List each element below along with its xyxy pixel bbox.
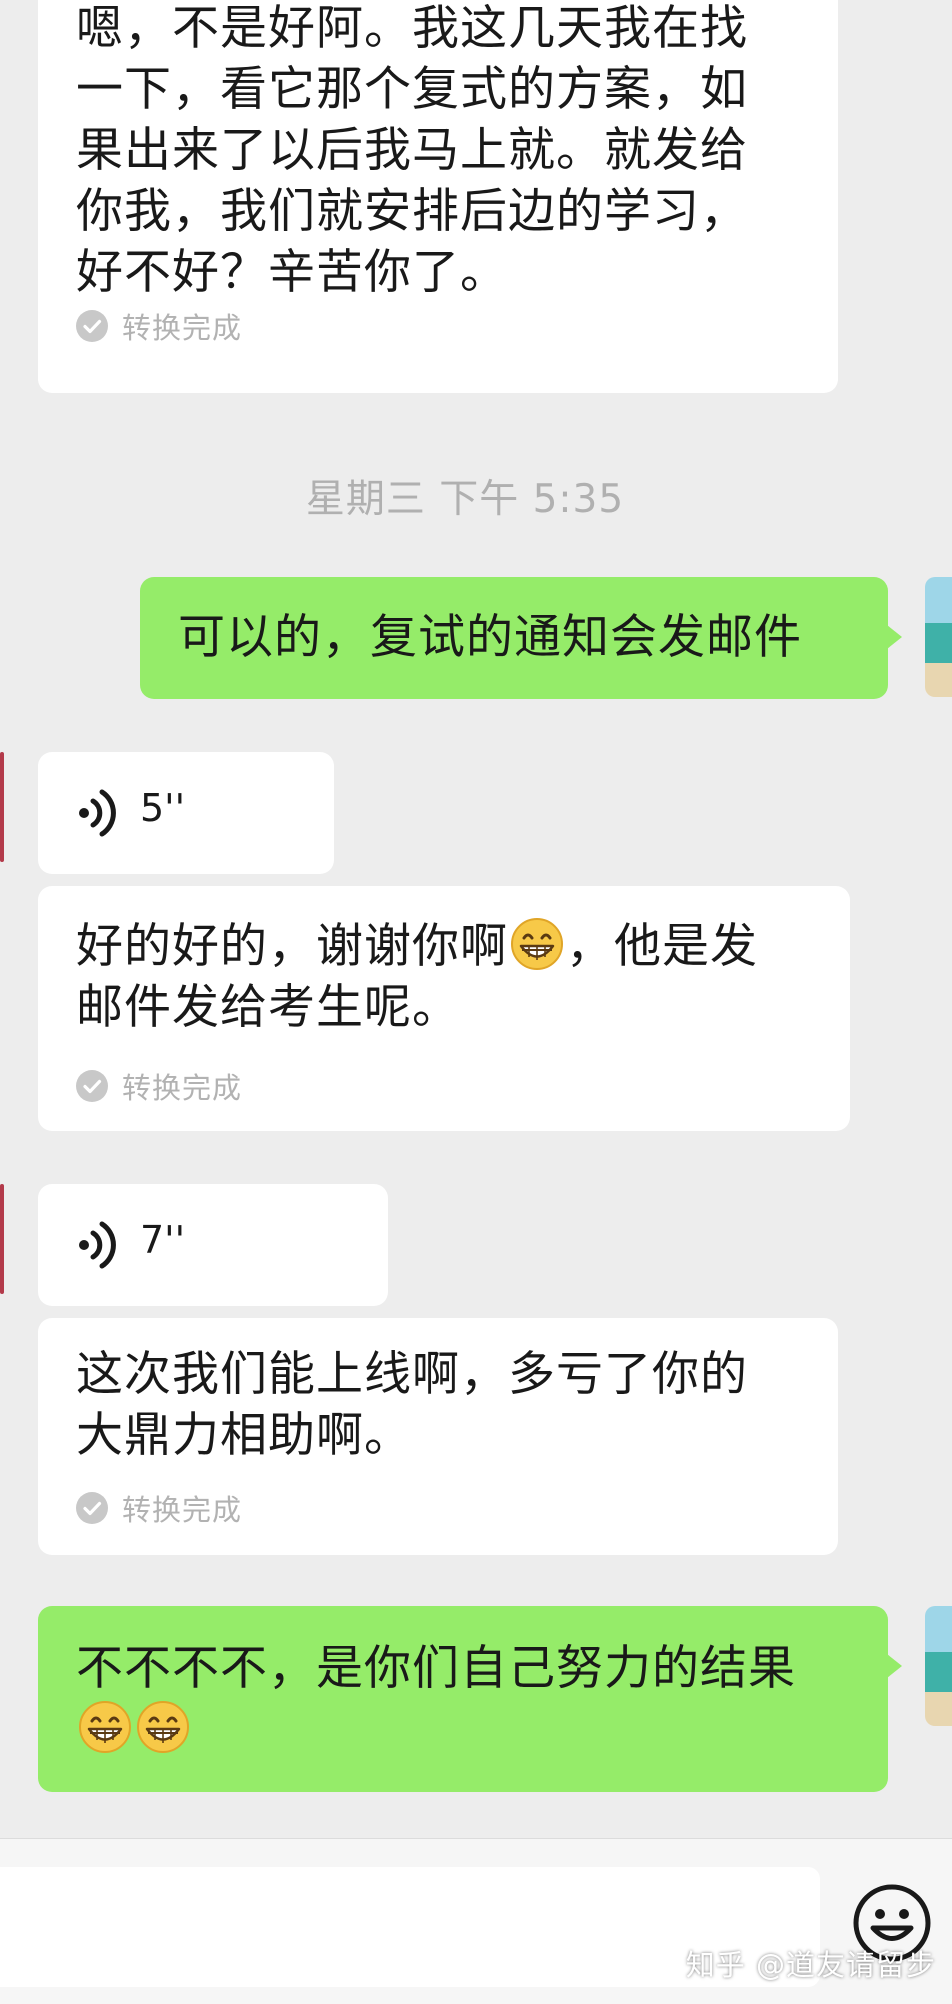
chat-timestamp: 星期三 下午 5:35 bbox=[305, 477, 625, 522]
conversion-status-label: 转换完成 bbox=[122, 311, 243, 345]
voice-message-bubble[interactable]: 5'' bbox=[38, 752, 334, 874]
voice-message-bubble[interactable]: 7'' bbox=[38, 1184, 388, 1306]
watermark: 知乎 @道友请留步 bbox=[685, 1948, 936, 1982]
message-text: 不不不不，是你们自己努力的结果 bbox=[76, 1638, 878, 1760]
voice-duration: 5'' bbox=[140, 786, 186, 830]
message-text-part: 好的好的，谢谢你啊 bbox=[76, 919, 508, 974]
message-bubble-outgoing[interactable]: 不不不不，是你们自己努力的结果 bbox=[38, 1606, 902, 1792]
contact-avatar-edge[interactable] bbox=[0, 1184, 4, 1294]
message-bubble-incoming[interactable]: 这次我们能上线啊，多亏了你的 大鼎力相助啊。 转换完成 bbox=[38, 1318, 838, 1555]
grinning-face-icon bbox=[137, 1701, 189, 1753]
grinning-face-icon bbox=[79, 1701, 131, 1753]
message-bubble-incoming[interactable]: 好的好的，谢谢你啊 ，他是发 邮件发给考生呢。 转换完成 bbox=[38, 886, 850, 1131]
message-text-part: 不不不不，是你们自己努力的结果 bbox=[76, 1641, 796, 1696]
conversion-status-label: 转换完成 bbox=[122, 1493, 243, 1527]
message-bubble-incoming[interactable]: 嗯，不是好阿。我这几天我在找 一下，看它那个复式的方案，如 果出来了以后我马上就… bbox=[38, 0, 838, 393]
voice-wave-icon bbox=[79, 1221, 116, 1269]
conversion-status: 转换完成 bbox=[76, 1490, 243, 1527]
check-circle-icon bbox=[76, 310, 108, 342]
grinning-face-icon bbox=[511, 918, 563, 970]
self-avatar[interactable] bbox=[925, 1606, 952, 1726]
voice-wave-icon bbox=[79, 789, 116, 837]
check-circle-icon bbox=[76, 1070, 108, 1102]
contact-avatar-edge[interactable] bbox=[0, 752, 4, 862]
conversion-status: 转换完成 bbox=[76, 1068, 243, 1105]
self-avatar[interactable] bbox=[925, 577, 952, 697]
voice-duration: 7'' bbox=[140, 1218, 186, 1262]
conversion-status-label: 转换完成 bbox=[122, 1071, 243, 1105]
message-text: 好的好的，谢谢你啊 ，他是发 邮件发给考生呢。 bbox=[76, 916, 830, 1038]
message-text: 可以的，复试的通知会发邮件 bbox=[178, 610, 802, 665]
message-text: 嗯，不是好阿。我这几天我在找 一下，看它那个复式的方案，如 果出来了以后我马上就… bbox=[76, 1, 748, 300]
check-circle-icon bbox=[76, 1492, 108, 1524]
message-bubble-outgoing[interactable]: 可以的，复试的通知会发邮件 bbox=[140, 577, 902, 699]
conversion-status: 转换完成 bbox=[76, 308, 243, 345]
message-text: 这次我们能上线啊，多亏了你的 大鼎力相助啊。 bbox=[76, 1347, 748, 1463]
